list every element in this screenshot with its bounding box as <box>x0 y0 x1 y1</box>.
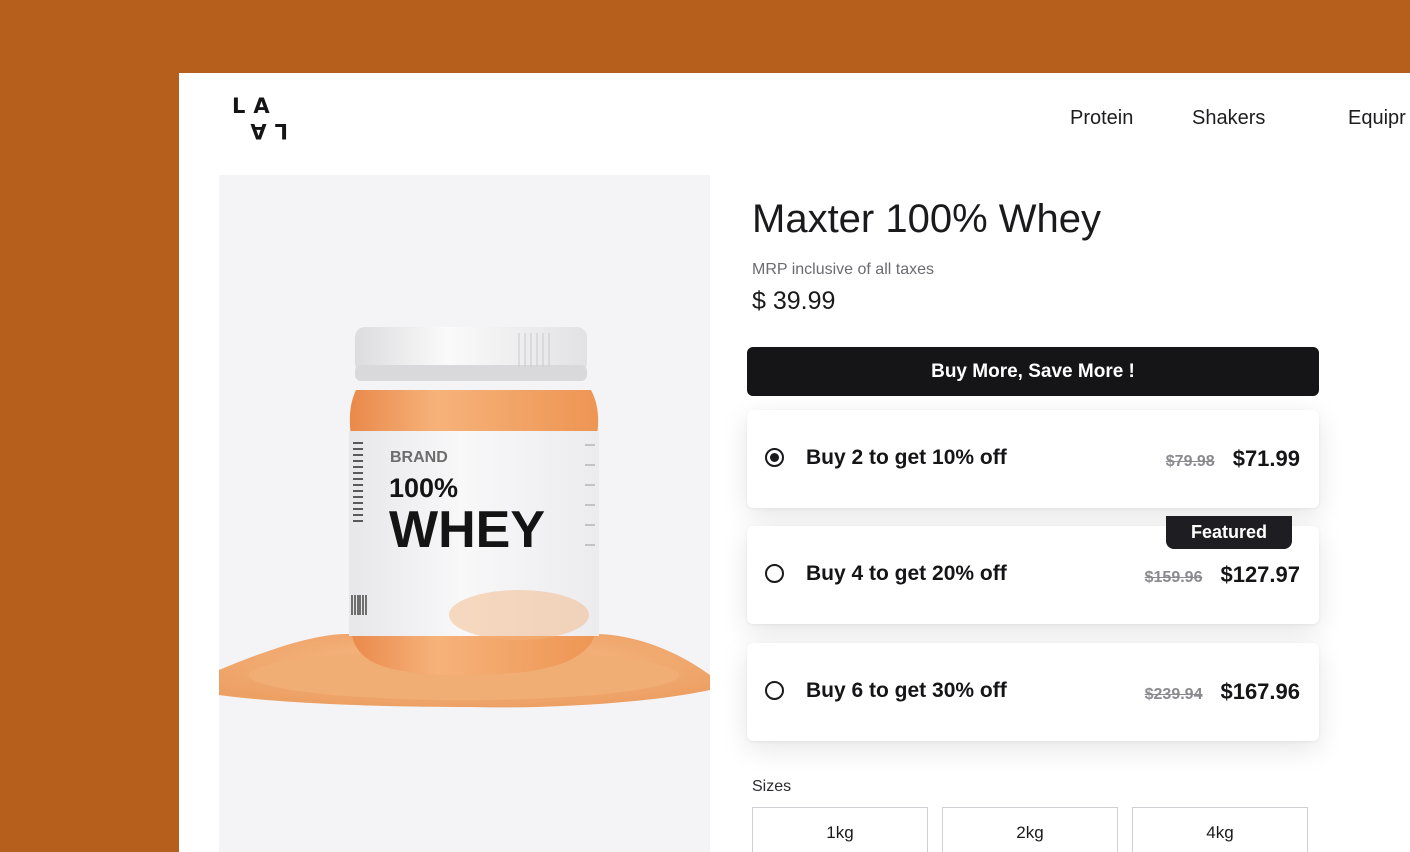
nav-item-protein[interactable]: Protein <box>1070 107 1133 130</box>
main-nav: Protein Shakers Equipr <box>179 107 1410 133</box>
bundle-option-6[interactable]: Buy 6 to get 30% off $239.94 $167.96 <box>747 643 1319 741</box>
radio-unselected-icon[interactable] <box>765 564 784 583</box>
offer-prices: $79.98 $71.99 <box>1166 446 1300 472</box>
size-option-1kg[interactable]: 1kg <box>752 807 928 852</box>
mrp-note: MRP inclusive of all taxes <box>752 261 934 278</box>
jar-percent-text: 100% <box>389 473 458 503</box>
product-image: BRAND 100% WHEY <box>219 175 710 852</box>
size-option-4kg[interactable]: 4kg <box>1132 807 1308 852</box>
discounted-price: $167.96 <box>1220 679 1300 704</box>
offer-prices: $159.96 $127.97 <box>1145 562 1300 588</box>
nav-item-shakers[interactable]: Shakers <box>1192 107 1265 130</box>
original-price: $79.98 <box>1165 453 1215 470</box>
radio-unselected-icon[interactable] <box>765 681 784 700</box>
product-title: Maxter 100% Whey <box>752 197 1102 241</box>
size-option-2kg[interactable]: 2kg <box>942 807 1118 852</box>
product-page: LA LA Protein Shakers Equipr BRAND 100% … <box>179 73 1410 852</box>
protein-jar-illustration: BRAND 100% WHEY <box>219 327 710 708</box>
offer-label: Buy 6 to get 30% off <box>806 679 1007 702</box>
featured-badge: Featured <box>1166 516 1292 549</box>
offer-label: Buy 4 to get 20% off <box>806 562 1007 585</box>
offer-label: Buy 2 to get 10% off <box>806 446 1007 469</box>
discounted-price: $71.99 <box>1232 446 1300 471</box>
discounted-price: $127.97 <box>1220 562 1300 587</box>
nav-item-equipment[interactable]: Equipr <box>1348 107 1406 130</box>
bundle-option-4[interactable]: Featured Buy 4 to get 20% off $159.96 $1… <box>747 516 1319 624</box>
product-price: $ 39.99 <box>752 287 836 315</box>
original-price: $239.94 <box>1144 686 1203 703</box>
jar-brand-text: BRAND <box>390 449 448 466</box>
radio-selected-icon[interactable] <box>765 448 784 467</box>
bundle-option-2[interactable]: Buy 2 to get 10% off $79.98 $71.99 <box>747 410 1319 508</box>
bundle-banner: Buy More, Save More ! <box>747 347 1319 396</box>
original-price: $159.96 <box>1144 569 1203 586</box>
jar-whey-text: WHEY <box>389 501 545 559</box>
offer-prices: $239.94 $167.96 <box>1145 679 1300 705</box>
sizes-label: Sizes <box>752 778 792 795</box>
